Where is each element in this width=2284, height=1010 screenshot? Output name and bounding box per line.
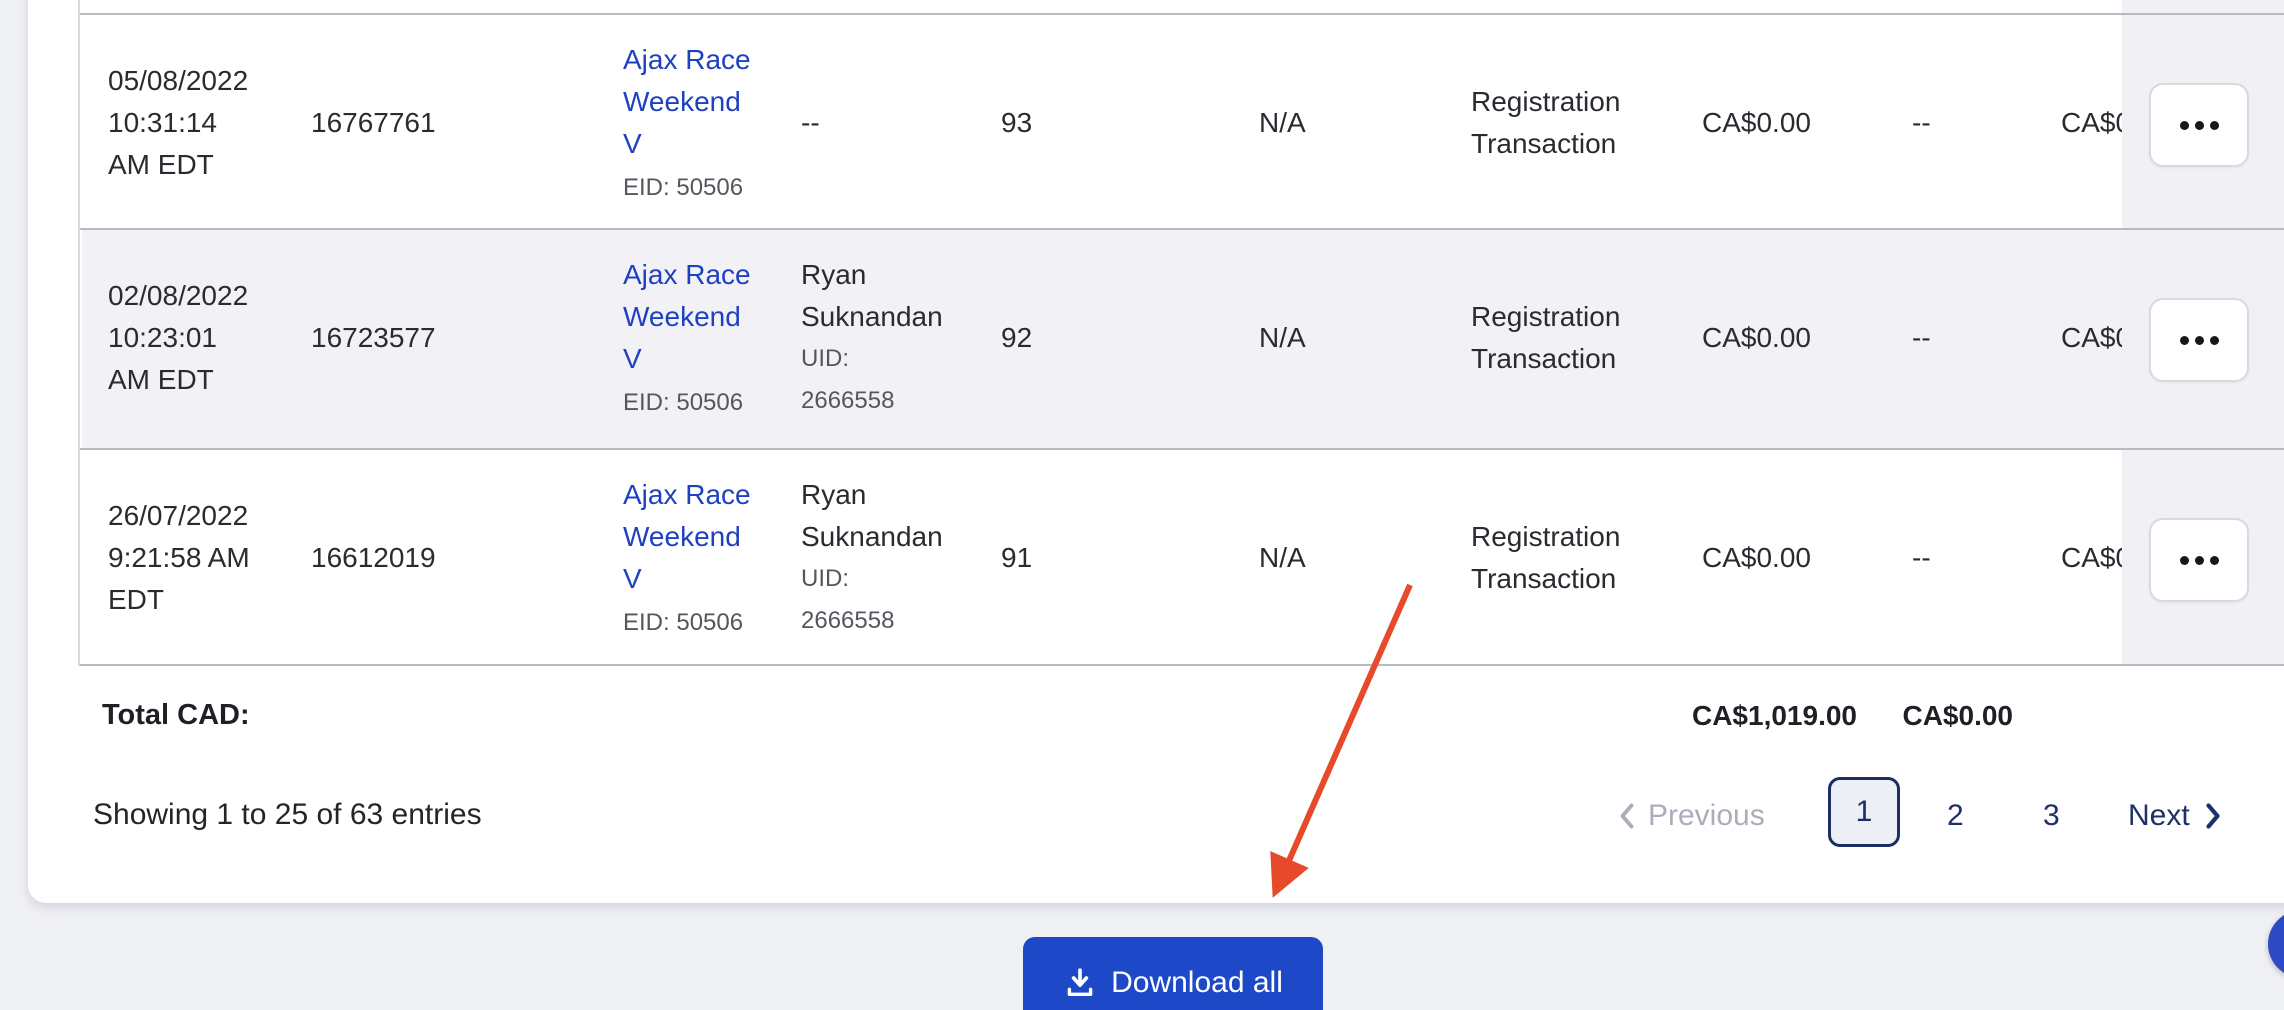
cell-event: Ajax Race Weekend V EID: 50506: [623, 474, 751, 644]
table-row: 05/08/2022 10:31:14 AM EDT 16767761 Ajax…: [82, 15, 2284, 228]
cell-na: N/A: [1259, 102, 1306, 144]
ellipsis-icon: [2180, 121, 2189, 130]
cell-name: Ryan Suknandan UID: 2666558: [801, 474, 943, 642]
name-uid: 2666558: [801, 380, 943, 422]
cell-quantity: 92: [1001, 317, 1032, 359]
event-eid: EID: 50506: [623, 389, 743, 416]
chevron-left-icon: [1618, 802, 1636, 830]
ellipsis-icon: [2180, 336, 2189, 345]
cell-amount: CA$0.00: [1702, 317, 1811, 359]
cell-event: Ajax Race Weekend V EID: 50506: [623, 254, 751, 424]
name-uid: UID:: [801, 558, 943, 600]
transactions-table: 05/08/2022 10:31:14 AM EDT 16767761 Ajax…: [78, 0, 2284, 666]
event-link[interactable]: V: [623, 558, 751, 600]
cell-dash: --: [1912, 102, 1931, 144]
totals-refund-amount: CA$0.00: [1863, 700, 2013, 732]
pagination-next[interactable]: Next: [2128, 799, 2222, 833]
event-eid: EID: 50506: [623, 609, 743, 636]
cell-dash: --: [1912, 317, 1931, 359]
pagination-page-3[interactable]: 3: [2043, 799, 2060, 833]
row-actions-button[interactable]: [2149, 298, 2249, 382]
totals-amount: CA$1,019.00: [1607, 700, 1857, 732]
pagination-page-1[interactable]: 1: [1828, 777, 1900, 847]
cell-date: 26/07/2022 9:21:58 AM EDT: [108, 495, 250, 621]
cell-na: N/A: [1259, 317, 1306, 359]
cell-amount: CA$0.00: [1702, 102, 1811, 144]
cell-date: 05/08/2022 10:31:14 AM EDT: [108, 60, 248, 186]
cell-transaction-type: Registration Transaction: [1471, 81, 1620, 165]
row-divider: [80, 448, 2284, 450]
event-link[interactable]: Ajax Race: [623, 254, 751, 296]
chevron-right-icon: [2204, 802, 2222, 830]
name-uid: 2666558: [801, 600, 943, 642]
cell-event: Ajax Race Weekend V EID: 50506: [623, 39, 751, 209]
download-icon: [1063, 966, 1097, 1000]
cell-amount: CA$0.00: [1702, 537, 1811, 579]
cell-transaction-type: Registration Transaction: [1471, 296, 1620, 380]
cell-name: Ryan Suknandan UID: 2666558: [801, 254, 943, 422]
event-link[interactable]: Weekend: [623, 81, 751, 123]
totals-label: Total CAD:: [102, 699, 250, 732]
row-divider: [80, 228, 2284, 230]
event-link[interactable]: Ajax Race: [623, 39, 751, 81]
cell-date: 02/08/2022 10:23:01 AM EDT: [108, 275, 248, 401]
table-row: 26/07/2022 9:21:58 AM EDT 16612019 Ajax …: [82, 450, 2284, 664]
cell-dash: --: [1912, 537, 1931, 579]
cell-na: N/A: [1259, 537, 1306, 579]
event-link[interactable]: Weekend: [623, 296, 751, 338]
cell-transaction-id: 16612019: [311, 537, 436, 579]
pagination-previous: Previous: [1618, 799, 1765, 833]
cell-transaction-type: Registration Transaction: [1471, 516, 1620, 600]
event-link[interactable]: Weekend: [623, 516, 751, 558]
floating-action-button[interactable]: [2268, 910, 2284, 978]
row-divider: [80, 13, 2284, 15]
ellipsis-icon: [2180, 556, 2189, 565]
cell-transaction-id: 16723577: [311, 317, 436, 359]
cell-quantity: 91: [1001, 537, 1032, 579]
download-all-button[interactable]: Download all: [1023, 937, 1323, 1010]
table-row: 02/08/2022 10:23:01 AM EDT 16723577 Ajax…: [82, 230, 2284, 448]
name-uid: UID:: [801, 338, 943, 380]
event-link[interactable]: V: [623, 123, 751, 165]
event-link[interactable]: V: [623, 338, 751, 380]
event-link[interactable]: Ajax Race: [623, 474, 751, 516]
cell-transaction-id: 16767761: [311, 102, 436, 144]
event-eid: EID: 50506: [623, 174, 743, 201]
row-divider: [80, 664, 2284, 666]
cell-name: --: [801, 102, 820, 144]
entries-summary: Showing 1 to 25 of 63 entries: [93, 798, 482, 832]
cell-quantity: 93: [1001, 102, 1032, 144]
table-row-partial: [82, 0, 2284, 13]
row-actions-button[interactable]: [2149, 83, 2249, 167]
pagination-page-2[interactable]: 2: [1947, 799, 1964, 833]
transactions-page: 05/08/2022 10:31:14 AM EDT 16767761 Ajax…: [0, 0, 2284, 1010]
row-actions-button[interactable]: [2149, 518, 2249, 602]
